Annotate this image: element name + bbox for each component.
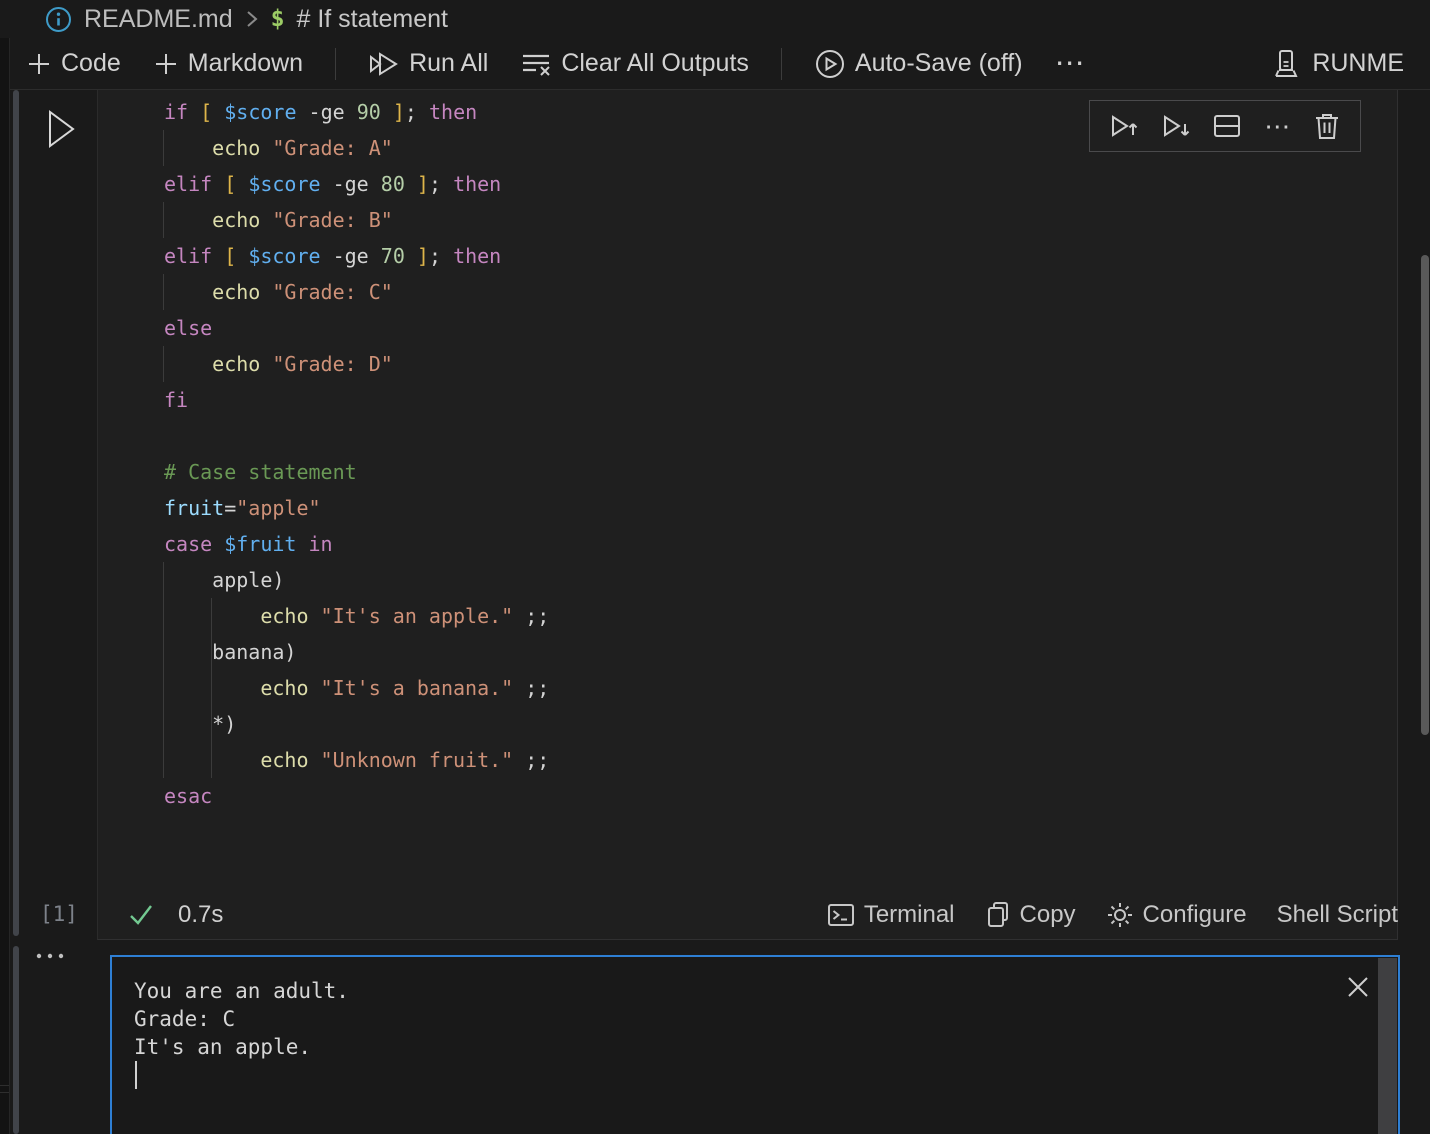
output-line: You are an adult. [134, 977, 349, 1005]
output-focus-bar[interactable] [13, 946, 19, 1134]
terminal-label: Terminal [864, 901, 955, 929]
add-code-label: Code [61, 49, 121, 78]
clear-all-outputs-label: Clear All Outputs [561, 49, 749, 78]
runme-icon [1270, 48, 1302, 80]
clear-all-outputs-icon [520, 50, 552, 78]
copy-icon [985, 901, 1011, 929]
editor-left-rail [0, 38, 10, 1134]
window-scrollbar[interactable] [1421, 255, 1429, 735]
copy-button[interactable]: Copy [985, 901, 1076, 929]
run-all-button[interactable]: Run All [368, 49, 488, 79]
cell-focus-bar[interactable] [13, 90, 19, 936]
breadcrumb-cell-kind: $ [271, 6, 285, 32]
output-line: It's an apple. [134, 1033, 349, 1061]
code-lines: if [ $score -ge 90 ]; then echo "Grade: … [164, 94, 549, 814]
plus-icon [153, 51, 179, 77]
cell-output-terminal[interactable]: You are an adult.Grade: CIt's an apple. [110, 955, 1400, 1134]
breadcrumb-file[interactable]: README.md [84, 5, 233, 34]
auto-save-label: Auto-Save (off) [855, 49, 1023, 78]
output-scrollbar[interactable] [1378, 958, 1397, 1134]
rail-divider [0, 1092, 9, 1093]
configure-button[interactable]: Configure [1106, 901, 1247, 929]
runme-button[interactable]: RUNME [1270, 48, 1404, 80]
notebook-toolbar: Code Markdown Run All [0, 38, 1430, 90]
run-cell-button[interactable] [45, 105, 77, 153]
rail-divider [0, 1085, 9, 1086]
terminal-icon [827, 901, 855, 929]
add-markdown-label: Markdown [188, 49, 303, 78]
notebook-window: README.md $ # If statement Code Markdown [0, 0, 1430, 1134]
copy-label: Copy [1020, 901, 1076, 929]
auto-save-icon [814, 48, 846, 80]
delete-cell-icon[interactable] [1313, 111, 1341, 141]
output-line: Grade: C [134, 1005, 349, 1033]
configure-label: Configure [1143, 901, 1247, 929]
chevron-right-icon [245, 9, 259, 29]
runme-label: RUNME [1312, 49, 1404, 78]
cell-toolbar: ⋯ [1089, 100, 1361, 152]
run-all-icon [368, 49, 400, 79]
execution-duration: 0.7s [178, 901, 223, 929]
execute-above-icon[interactable] [1109, 111, 1139, 141]
breadcrumb: README.md $ # If statement [0, 0, 1430, 38]
execute-below-icon[interactable] [1161, 111, 1191, 141]
clear-all-outputs-button[interactable]: Clear All Outputs [520, 49, 749, 78]
toolbar-divider [781, 48, 782, 80]
output-menu-button[interactable] [34, 950, 68, 962]
execution-count: [1] [40, 902, 78, 926]
split-cell-icon[interactable] [1212, 111, 1242, 141]
breadcrumb-cell-title[interactable]: # If statement [297, 5, 448, 34]
info-icon[interactable] [45, 6, 72, 33]
plus-icon [26, 51, 52, 77]
close-icon[interactable] [1346, 975, 1370, 999]
toolbar-divider [335, 48, 336, 80]
run-all-label: Run All [409, 49, 488, 78]
add-code-cell-button[interactable]: Code [26, 49, 121, 78]
language-picker[interactable]: Shell Script [1277, 901, 1398, 929]
cell-status-left: 0.7s [127, 890, 223, 940]
output-text: You are an adult.Grade: CIt's an apple. [134, 977, 349, 1061]
terminal-button[interactable]: Terminal [827, 901, 955, 929]
toolbar-more-actions-button[interactable]: ⋯ [1055, 46, 1087, 81]
more-actions-icon[interactable]: ⋯ [1264, 111, 1291, 142]
terminal-cursor [135, 1061, 137, 1089]
add-markdown-cell-button[interactable]: Markdown [153, 49, 303, 78]
auto-save-toggle[interactable]: Auto-Save (off) [814, 48, 1023, 80]
cell-code-editor[interactable]: if [ $score -ge 90 ]; then echo "Grade: … [97, 90, 1398, 940]
gear-icon [1106, 901, 1134, 929]
success-check-icon [127, 902, 155, 928]
cell-status-right: Terminal Copy Configure Shell Script [827, 890, 1398, 940]
